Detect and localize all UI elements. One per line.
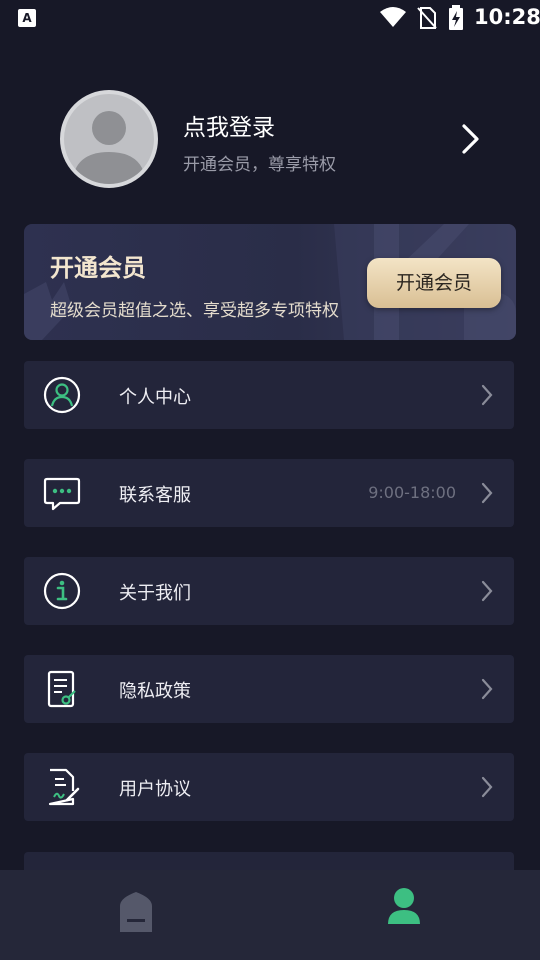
login-subtitle: 开通会员，尊享特权 [183, 155, 336, 175]
chat-bubble-icon [43, 477, 81, 511]
menu-item-about-us[interactable]: 关于我们 [24, 557, 514, 625]
open-vip-button[interactable]: 开通会员 [367, 258, 501, 308]
menu-item-user-agreement[interactable]: 用户协议 [24, 753, 514, 821]
status-time: 10:28 [474, 5, 540, 29]
status-bar: A 10:28 [0, 0, 540, 36]
screen: A 10:28 点我登录 开通会员，尊享特权 开通会员 超级会员超值之选、享受超… [0, 0, 540, 960]
menu-item-privacy-policy[interactable]: 隐私政策 [24, 655, 514, 723]
login-title[interactable]: 点我登录 [183, 108, 275, 142]
menu-item-label: 用户协议 [119, 779, 191, 800]
privacy-document-icon [47, 670, 76, 708]
chevron-right-icon [481, 776, 493, 798]
chevron-right-icon [481, 482, 493, 504]
profile-header[interactable]: 点我登录 开通会员，尊享特权 [0, 88, 540, 192]
chevron-right-icon [481, 678, 493, 700]
bottom-nav [0, 870, 540, 960]
no-sim-icon [417, 7, 437, 29]
menu-item-label: 隐私政策 [119, 681, 191, 702]
chevron-right-icon [481, 580, 493, 602]
menu-item-label: 关于我们 [119, 583, 191, 604]
tab-home[interactable] [106, 884, 166, 938]
wifi-icon [380, 7, 406, 27]
default-user-avatar-icon [72, 111, 146, 184]
service-hours: 9:00-18:00 [368, 483, 456, 502]
avatar[interactable] [60, 90, 158, 188]
user-circle-icon [43, 376, 81, 414]
menu-item-label: 联系客服 [119, 485, 191, 506]
agreement-document-icon [48, 768, 80, 806]
notification-app-icon: A [18, 9, 36, 27]
tab-mine[interactable] [374, 884, 434, 938]
menu-item-personal-center[interactable]: 个人中心 [24, 361, 514, 429]
battery-charging-icon [449, 5, 463, 30]
home-icon [120, 892, 152, 932]
vip-banner[interactable]: 开通会员 超级会员超值之选、享受超多专项特权 开通会员 [24, 224, 516, 340]
vip-title: 开通会员 [50, 254, 146, 282]
person-icon [388, 888, 420, 924]
menu-item-customer-service[interactable]: 联系客服 9:00-18:00 [24, 459, 514, 527]
info-icon [43, 572, 81, 610]
chevron-right-icon[interactable] [458, 122, 482, 156]
chevron-right-icon [481, 384, 493, 406]
vip-subtitle: 超级会员超值之选、享受超多专项特权 [50, 301, 339, 321]
menu-item-label: 个人中心 [119, 387, 191, 408]
